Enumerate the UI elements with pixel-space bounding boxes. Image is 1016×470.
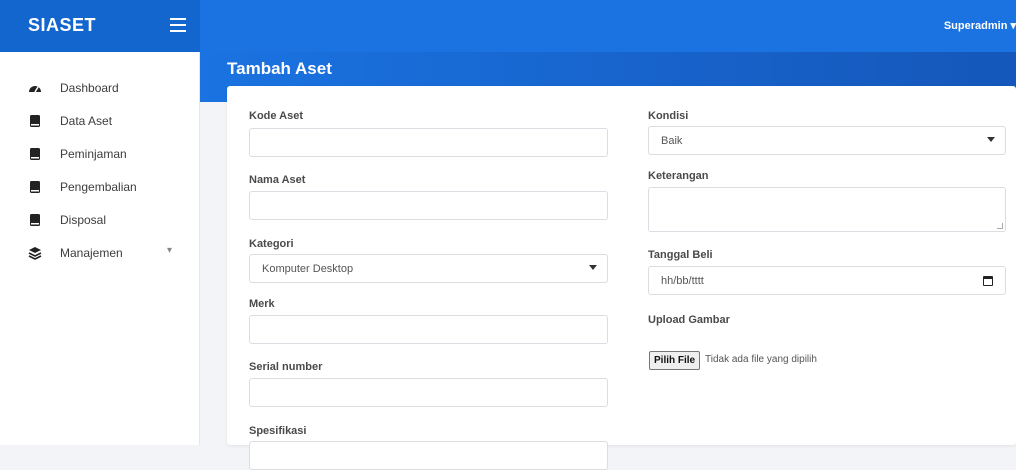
keterangan-label: Keterangan: [648, 170, 709, 182]
calendar-icon[interactable]: [983, 276, 993, 286]
user-menu[interactable]: Superadmin ▾: [944, 19, 1016, 32]
brand-area: SIASET: [0, 0, 200, 52]
tanggal-beli-date-input[interactable]: hh/bb/tttt: [648, 266, 1006, 295]
sidebar-item-label: Manajemen: [60, 246, 123, 260]
kategori-label: Kategori: [249, 238, 294, 250]
kode-aset-label: Kode Aset: [249, 110, 303, 122]
sidebar-item-label: Dashboard: [60, 81, 119, 95]
serial-number-label: Serial number: [249, 361, 323, 373]
form-card: Kode Aset Nama Aset Kategori Komputer De…: [227, 86, 1016, 470]
tanggal-beli-placeholder: hh/bb/tttt: [661, 275, 704, 287]
kondisi-label: Kondisi: [648, 110, 689, 122]
serial-number-input[interactable]: [249, 378, 608, 407]
sidebar-item-pengembalian[interactable]: Pengembalian: [0, 175, 200, 199]
chevron-down-icon: [987, 137, 995, 142]
book-icon: [30, 181, 40, 193]
sidebar-item-label: Peminjaman: [60, 147, 127, 161]
keterangan-textarea[interactable]: [648, 187, 1006, 232]
spesifikasi-label: Spesifikasi: [249, 425, 307, 437]
sidebar-item-manajemen[interactable]: Manajemen ▾: [0, 241, 200, 265]
chevron-down-icon: [589, 265, 597, 270]
sidebar-item-peminjaman[interactable]: Peminjaman: [0, 142, 200, 166]
book-icon: [30, 148, 40, 160]
nama-aset-input[interactable]: [249, 191, 608, 220]
page-title: Tambah Aset: [227, 59, 332, 78]
spesifikasi-input[interactable]: [249, 441, 608, 470]
sidebar-item-label: Disposal: [60, 213, 107, 227]
kondisi-selected-value: Baik: [661, 135, 683, 147]
brand-name[interactable]: SIASET: [28, 15, 96, 36]
merk-input[interactable]: [249, 315, 608, 344]
kondisi-select[interactable]: Baik: [648, 126, 1006, 155]
tanggal-beli-label: Tanggal Beli: [648, 249, 713, 261]
sidebar-item-label: Pengembalian: [60, 180, 137, 194]
main-content: Tambah Aset Kode Aset Nama Aset Kategori…: [200, 52, 1016, 470]
nama-aset-label: Nama Aset: [249, 174, 306, 186]
file-status-text: Tidak ada file yang dipilih: [705, 354, 817, 365]
merk-label: Merk: [249, 298, 275, 310]
sidebar-item-data-aset[interactable]: Data Aset: [0, 109, 200, 133]
top-navbar: SIASET Superadmin ▾: [0, 0, 1016, 52]
sidebar: Dashboard Data Aset Peminjaman Pengembal…: [0, 52, 200, 445]
kode-aset-input[interactable]: [249, 128, 608, 157]
dashboard-gauge-icon: [29, 86, 41, 93]
resize-handle-icon[interactable]: [997, 223, 1003, 229]
kategori-selected-value: Komputer Desktop: [262, 263, 354, 275]
book-icon: [30, 115, 40, 127]
sidebar-item-disposal[interactable]: Disposal: [0, 208, 200, 232]
sidebar-item-dashboard[interactable]: Dashboard: [0, 76, 200, 100]
choose-file-button[interactable]: Pilih File: [649, 351, 701, 370]
sidebar-item-label: Data Aset: [60, 114, 113, 128]
kategori-select[interactable]: Komputer Desktop: [249, 254, 608, 283]
hamburger-menu-icon[interactable]: [170, 18, 186, 32]
book-icon: [30, 214, 40, 226]
layers-icon: [28, 247, 42, 260]
upload-gambar-label: Upload Gambar: [648, 314, 730, 326]
chevron-down-icon: ▾: [167, 245, 173, 256]
